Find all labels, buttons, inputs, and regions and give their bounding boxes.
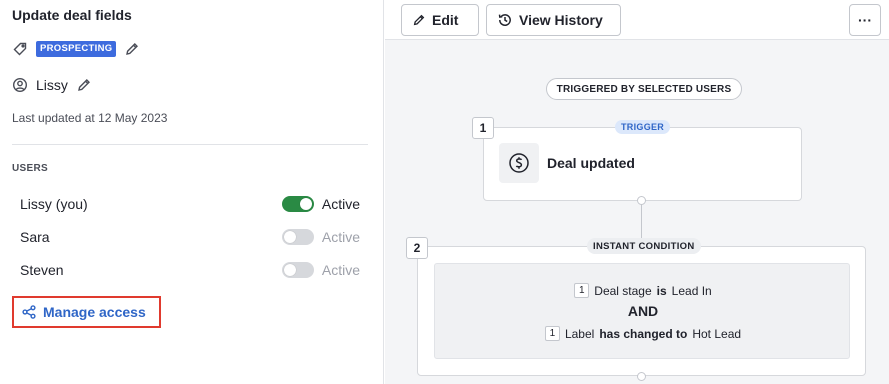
workflow-canvas: TRIGGERED BY SELECTED USERS 1 TRIGGER De… (385, 41, 889, 384)
condition-field: Label (564, 326, 595, 341)
user-status: Active (281, 196, 360, 212)
triggered-by-pill: TRIGGERED BY SELECTED USERS (546, 78, 742, 100)
tag-icon (12, 41, 28, 57)
divider (12, 144, 368, 145)
workflow-toolbar: Edit View History ··· (385, 0, 889, 40)
step-number: 2 (406, 237, 428, 259)
user-row-lissy: Lissy (you) Active (20, 194, 360, 214)
user-name: Sara (20, 229, 50, 245)
edit-label: Edit (432, 12, 459, 28)
status-label: Active (321, 229, 360, 245)
active-toggle[interactable] (281, 196, 314, 212)
history-icon (497, 12, 513, 28)
workflow-panel: Edit View History ··· TRIGGERED BY SELEC… (385, 0, 889, 384)
status-label: Active (321, 262, 360, 278)
user-name: Lissy (you) (20, 196, 88, 212)
more-options-button[interactable]: ··· (849, 4, 881, 36)
more-icon: ··· (858, 12, 872, 28)
automation-title: Update deal fields (12, 7, 132, 23)
user-name: Steven (20, 262, 64, 278)
condition-row: 1 Label has changed to Hot Lead (435, 326, 851, 341)
deal-icon-box (499, 143, 539, 183)
connector-dot (637, 196, 646, 205)
toggle-knob (283, 264, 296, 276)
tag-row: PROSPECTING (12, 40, 140, 58)
condition-operator: has changed to (599, 326, 688, 341)
condition-value: Lead In (671, 283, 712, 298)
trigger-tag: TRIGGER (615, 120, 671, 134)
condition-row: 1 Deal stage is Lead In (435, 283, 851, 298)
share-icon (21, 304, 37, 320)
users-heading: USERS (12, 163, 48, 174)
toggle-knob (283, 231, 296, 243)
condition-box: 1 Deal stage is Lead In AND 1 Label has … (434, 263, 850, 359)
manage-access-button[interactable]: Manage access (12, 296, 161, 328)
active-toggle[interactable] (281, 262, 314, 278)
trigger-label: Deal updated (547, 155, 635, 171)
automation-details-panel: Update deal fields PROSPECTING Lissy Las… (0, 0, 384, 384)
owner-name: Lissy (36, 77, 68, 93)
pencil-icon (412, 13, 426, 27)
condition-field: Deal stage (594, 283, 652, 298)
user-row-sara: Sara Active (20, 227, 360, 247)
connector-dot (637, 372, 646, 381)
view-history-button[interactable]: View History (486, 4, 621, 36)
condition-index: 1 (544, 326, 560, 341)
instant-condition-tag: INSTANT CONDITION (587, 238, 701, 254)
app-root: Update deal fields PROSPECTING Lissy Las… (0, 0, 889, 384)
user-circle-icon (12, 77, 28, 93)
user-status: Active (281, 262, 360, 278)
owner-row: Lissy (12, 75, 92, 95)
step-number: 1 (472, 117, 494, 139)
toggle-knob (299, 198, 312, 210)
active-toggle[interactable] (281, 229, 314, 245)
stage-badge: PROSPECTING (36, 41, 117, 57)
status-label: Active (321, 196, 360, 212)
condition-value: Hot Lead (692, 326, 742, 341)
manage-access-label: Manage access (43, 304, 146, 320)
condition-index: 1 (574, 283, 590, 298)
condition-operator: is (656, 283, 667, 298)
user-row-steven: Steven Active (20, 260, 360, 280)
edit-owner-pencil-icon[interactable] (76, 77, 92, 93)
dollar-circle-icon (508, 152, 530, 174)
last-updated-text: Last updated at 12 May 2023 (12, 111, 168, 125)
edit-pencil-icon[interactable] (124, 41, 140, 57)
edit-button[interactable]: Edit (401, 4, 479, 36)
user-status: Active (281, 229, 360, 245)
view-history-label: View History (519, 12, 603, 28)
condition-joiner: AND (627, 303, 659, 319)
